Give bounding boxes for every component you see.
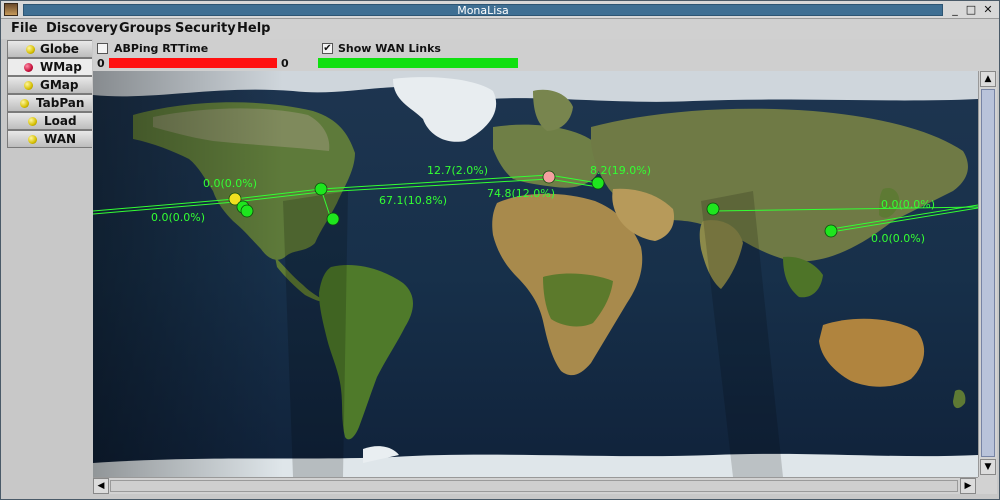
close-icon[interactable]: ✕ [980,3,996,17]
tab-gmap[interactable]: GMap [7,76,92,94]
show-wan-links-label: Show WAN Links [338,42,441,55]
view-tabs: Globe WMap GMap TabPan Load WAN [7,40,92,148]
vertical-scrollbar[interactable]: ▲ ▼ [978,71,997,477]
link-traffic-label: 8.2(19.0%) [590,164,651,177]
site-node[interactable] [824,224,838,238]
maximize-icon[interactable]: □ [963,3,979,17]
tab-label: TabPan [36,96,85,110]
site-node[interactable] [591,176,605,190]
link-traffic-label: 0.0(0.0%) [203,177,257,190]
link-traffic-label: 0.0(0.0%) [871,232,925,245]
scroll-right-icon[interactable]: ▶ [960,478,976,494]
link-traffic-label: 67.1(10.8%) [379,194,447,207]
scroll-down-icon[interactable]: ▼ [980,459,996,475]
app-icon [4,3,18,16]
vertical-scroll-thumb[interactable] [981,89,995,457]
tab-label: Load [44,114,77,128]
scroll-corner [978,477,997,494]
night-shade-west [93,71,283,477]
tab-label: Globe [40,42,79,56]
menu-help[interactable]: Help [237,21,270,36]
horizontal-scrollbar[interactable]: ◀ ▶ [93,477,978,494]
tab-load[interactable]: Load [7,112,92,130]
abping-max-value: 0 [281,57,289,70]
abping-min-value: 0 [97,57,105,70]
tab-wmap[interactable]: WMap [7,58,92,76]
scroll-left-icon[interactable]: ◀ [93,478,109,494]
tab-globe[interactable]: Globe [7,40,92,58]
status-dot-icon [20,99,29,108]
window-title: MonaLisa [457,4,509,17]
link-traffic-label: 0.0(0.0%) [881,198,935,211]
minimize-icon[interactable]: _ [947,3,963,17]
map-toolbar: ABPing RTTime 0 0 ✔ Show WAN Links [93,39,999,71]
tab-label: GMap [40,78,79,92]
link-traffic-label: 74.8(12.0%) [487,187,555,200]
menu-file[interactable]: File [11,21,38,36]
menu-security[interactable]: Security [175,21,236,36]
site-node[interactable] [542,170,556,184]
tab-label: WMap [40,60,82,74]
world-map-canvas: 12.7(2.0%) 8.2(19.0%) 0.0(0.0%) 74.8(12.0%)… [93,71,978,477]
world-map[interactable]: 12.7(2.0%) 8.2(19.0%) 0.0(0.0%) 74.8(12.0%)… [93,71,978,477]
app-window: MonaLisa _ □ ✕ File Discovery Groups Sec… [0,0,1000,500]
title-track: MonaLisa [23,4,943,17]
abping-color-bar [109,58,277,68]
menu-groups[interactable]: Groups [119,21,171,36]
tab-label: WAN [44,132,77,146]
wan-color-bar [318,58,518,68]
site-node[interactable] [314,182,328,196]
scroll-up-icon[interactable]: ▲ [980,71,996,87]
abping-label: ABPing RTTime [114,42,209,55]
menu-discovery[interactable]: Discovery [46,21,118,36]
status-dot-icon [26,45,35,54]
night-shade-band [283,191,348,477]
horizontal-scroll-thumb[interactable] [110,480,958,492]
title-bar[interactable]: MonaLisa _ □ ✕ [1,1,999,19]
site-node[interactable] [240,204,254,218]
abping-checkbox[interactable] [97,43,108,54]
tab-wan[interactable]: WAN [7,130,92,148]
tab-tabpan[interactable]: TabPan [7,94,92,112]
site-node[interactable] [706,202,720,216]
status-dot-icon [24,63,33,72]
menu-bar: File Discovery Groups Security Help [1,19,999,39]
status-dot-icon [28,135,37,144]
site-node[interactable] [326,212,340,226]
link-traffic-label: 12.7(2.0%) [427,164,488,177]
status-dot-icon [24,81,33,90]
link-traffic-label: 0.0(0.0%) [151,211,205,224]
status-dot-icon [28,117,37,126]
show-wan-links-checkbox[interactable]: ✔ [322,43,333,54]
